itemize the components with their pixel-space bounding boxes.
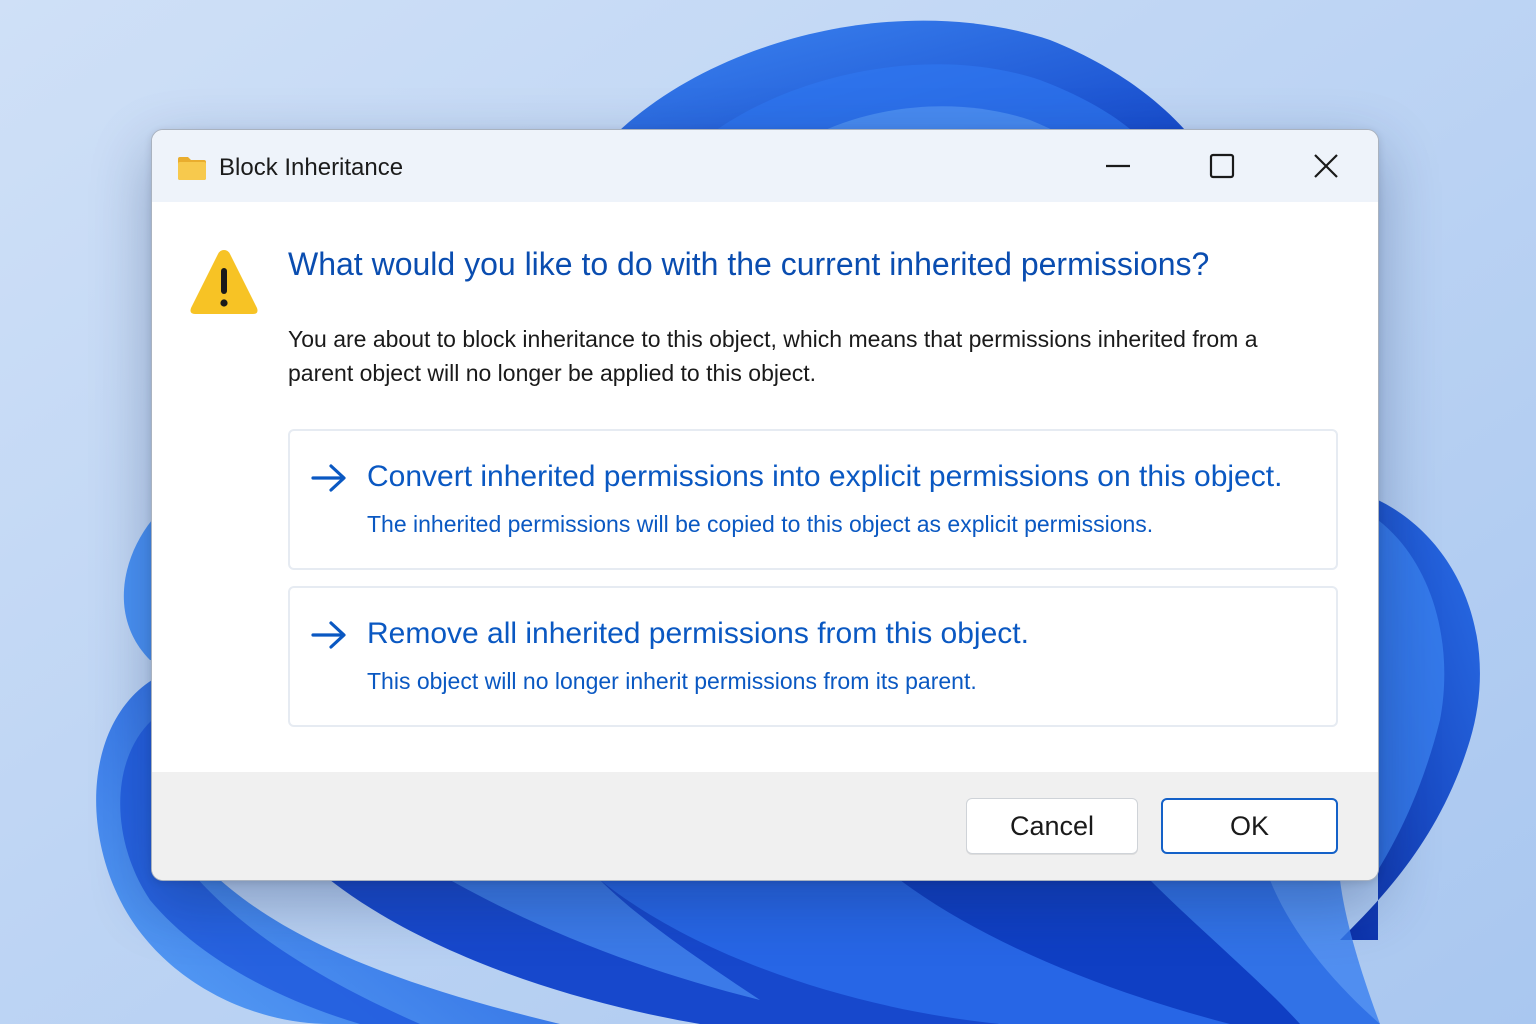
option-subtitle: This object will no longer inherit permi…	[367, 668, 977, 694]
arrow-right-icon	[311, 621, 346, 649]
option-subtitle: The inherited permissions will be copied…	[367, 511, 1154, 537]
dialog-heading: What would you like to do with the curre…	[288, 246, 1210, 282]
cancel-button[interactable]: Cancel	[966, 798, 1138, 854]
minimize-button[interactable]	[1082, 144, 1154, 188]
dialog-description: You are about to block inheritance to th…	[288, 326, 1258, 386]
close-icon	[1314, 154, 1338, 178]
minimize-icon	[1106, 164, 1130, 168]
block-inheritance-dialog: Block Inheritance What would you like to…	[151, 129, 1379, 881]
title-bar[interactable]: Block Inheritance	[152, 130, 1378, 202]
warning-icon	[190, 250, 258, 314]
maximize-button[interactable]	[1186, 144, 1258, 188]
option-remove-permissions[interactable]: Remove all inherited permissions from th…	[288, 586, 1338, 727]
dialog-footer: Cancel OK	[152, 772, 1378, 880]
maximize-icon	[1209, 153, 1235, 179]
option-title: Remove all inherited permissions from th…	[367, 617, 1029, 650]
folder-icon	[178, 157, 206, 180]
ok-button[interactable]: OK	[1161, 798, 1338, 854]
window-title: Block Inheritance	[219, 154, 404, 181]
option-convert-permissions[interactable]: Convert inherited permissions into expli…	[288, 429, 1338, 570]
option-title: Convert inherited permissions into expli…	[367, 460, 1283, 493]
arrow-right-icon	[311, 464, 346, 492]
close-button[interactable]	[1290, 144, 1362, 188]
